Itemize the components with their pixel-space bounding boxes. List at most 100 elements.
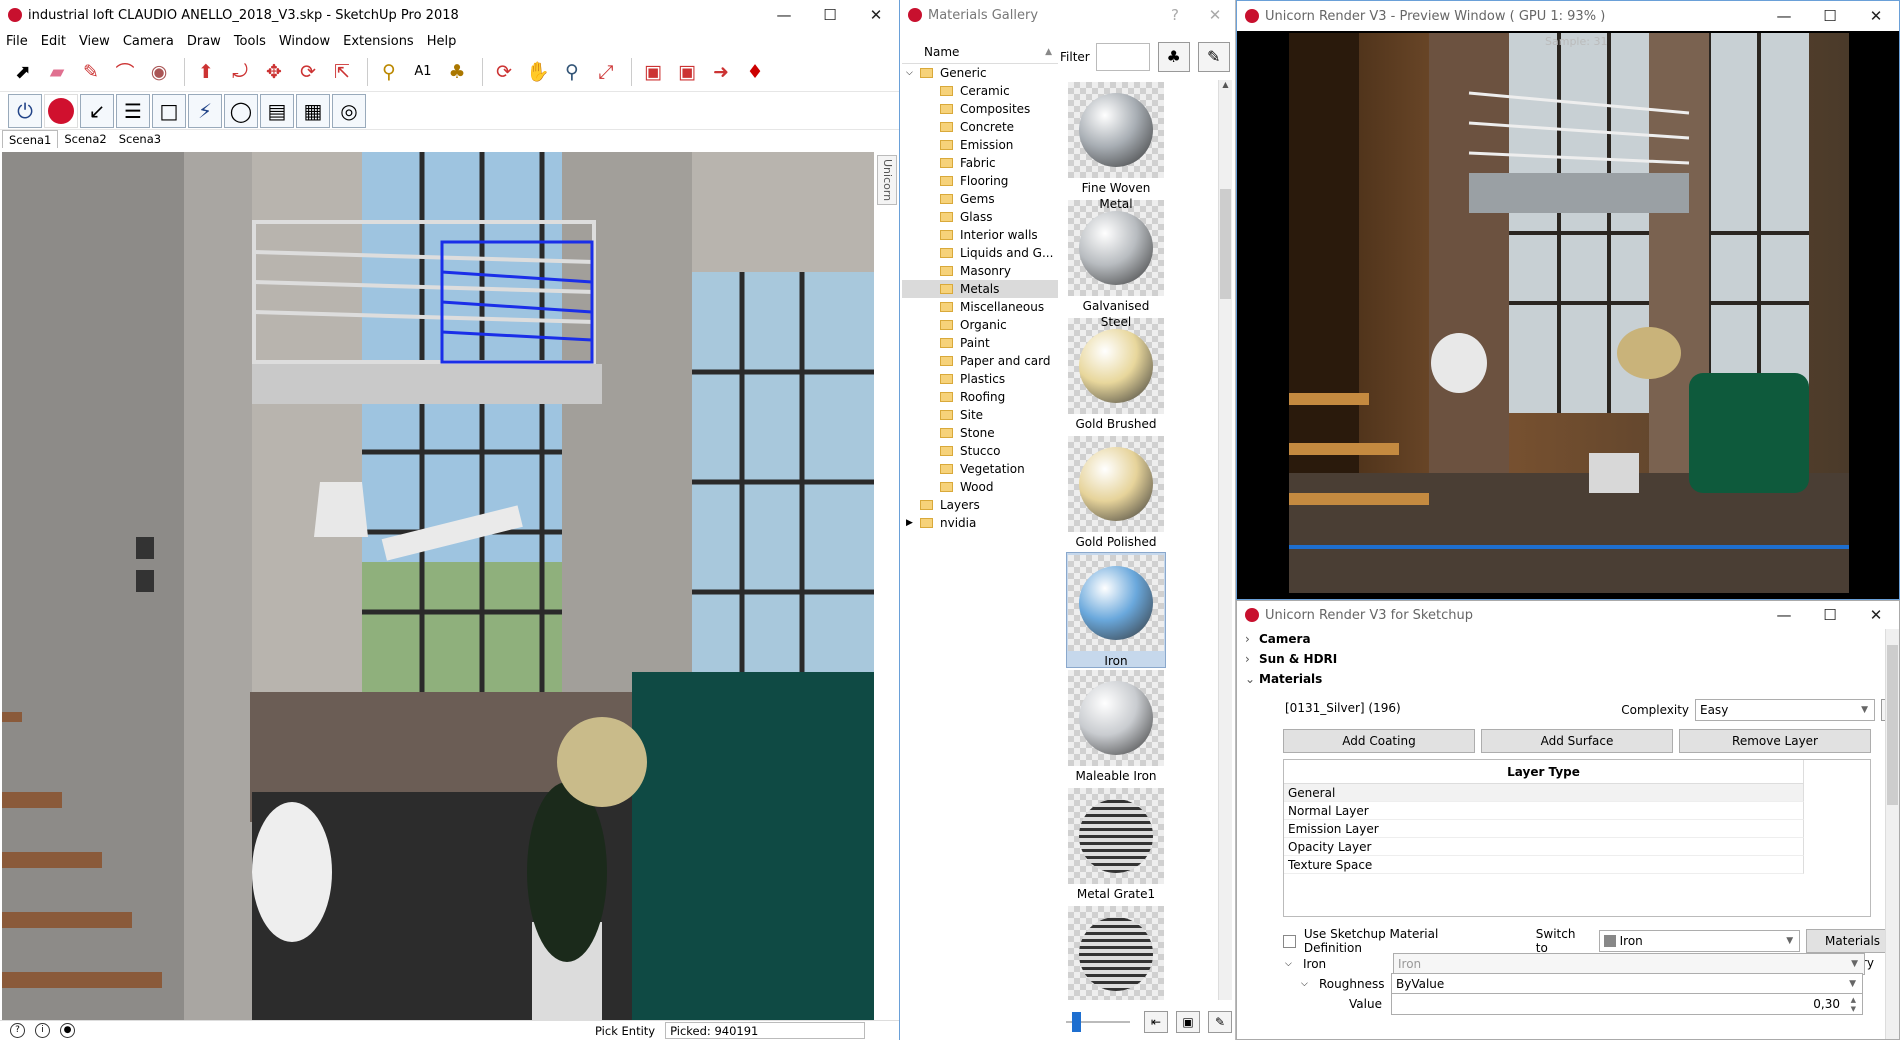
save-icon[interactable]: ▣ xyxy=(1176,1011,1200,1033)
menu-camera[interactable]: Camera xyxy=(123,34,174,49)
menu-edit[interactable]: Edit xyxy=(41,34,66,49)
zoom-extents-icon[interactable]: ⤢ xyxy=(591,57,621,87)
spinner-arrows-icon[interactable]: ▲ ▼ xyxy=(1851,996,1856,1014)
ruby-icon[interactable]: ♦ xyxy=(740,57,770,87)
lightning-icon[interactable]: ⚡ xyxy=(188,93,222,128)
menu-window[interactable]: Window xyxy=(279,34,330,49)
tree-item[interactable]: Glass xyxy=(902,208,1058,226)
warehouse-icon[interactable]: ▣ xyxy=(638,57,668,87)
menu-tools[interactable]: Tools xyxy=(234,34,266,49)
tree-item[interactable]: Miscellaneous xyxy=(902,298,1058,316)
settings-titlebar[interactable]: Unicorn Render V3 for Sketchup — ☐ ✕ xyxy=(1237,601,1899,629)
tab-scena1[interactable]: Scena1 xyxy=(2,130,59,148)
thumb-size-slider[interactable] xyxy=(1066,1012,1130,1032)
tree-item[interactable]: Concrete xyxy=(902,118,1058,136)
tab-scena2[interactable]: Scena2 xyxy=(58,130,112,148)
viewport-icon[interactable]: □ xyxy=(152,93,186,128)
menu-view[interactable]: View xyxy=(79,34,110,49)
orbit-icon[interactable]: ⟳ xyxy=(489,57,519,87)
tree-item[interactable]: Vegetation xyxy=(902,460,1058,478)
tree-item[interactable]: Fabric xyxy=(902,154,1058,172)
extension-warehouse-icon[interactable]: ▣ xyxy=(672,57,702,87)
section-camera[interactable]: › Camera xyxy=(1237,629,1899,649)
report-icon[interactable]: ▦ xyxy=(296,93,330,128)
rotate-icon[interactable]: ⟳ xyxy=(293,57,323,87)
roughness-select[interactable]: ByValue ▼ xyxy=(1391,973,1863,995)
menu-extensions[interactable]: Extensions xyxy=(343,34,414,49)
scroll-thumb[interactable] xyxy=(1887,645,1898,805)
switch-to-select[interactable]: Iron ▼ xyxy=(1598,930,1801,952)
credits-icon[interactable]: i xyxy=(35,1023,50,1038)
minimize-icon[interactable]: — xyxy=(761,0,807,30)
pan-icon[interactable]: ✋ xyxy=(523,57,553,87)
layer-row[interactable]: General xyxy=(1284,784,1804,802)
scale-icon[interactable]: ⇱ xyxy=(327,57,357,87)
menu-help[interactable]: Help xyxy=(427,34,457,49)
gallery-titlebar[interactable]: Materials Gallery ? ✕ xyxy=(900,0,1235,30)
close-icon[interactable]: ✕ xyxy=(853,0,899,30)
geo-location-icon[interactable]: ? xyxy=(10,1023,25,1038)
paint-bucket-icon[interactable]: ♣ xyxy=(1157,42,1190,72)
edit-icon[interactable]: ✎ xyxy=(1208,1011,1232,1033)
filter-input[interactable] xyxy=(1095,43,1150,71)
zoom-icon[interactable]: ⚲ xyxy=(557,57,587,87)
sketchup-titlebar[interactable]: industrial loft CLAUDIO ANELLO_2018_V3.s… xyxy=(0,0,899,30)
layer-row[interactable]: Opacity Layer xyxy=(1284,838,1804,856)
text-icon[interactable]: A1 xyxy=(408,57,438,87)
use-sketchup-definition-checkbox[interactable] xyxy=(1283,934,1296,948)
tree-item[interactable]: Composites xyxy=(902,100,1058,118)
user-icon[interactable]: ● xyxy=(60,1023,75,1038)
material-thumbnail[interactable]: Fine Woven Metal xyxy=(1066,82,1166,211)
tree-item-generic[interactable]: ⌵ Generic xyxy=(902,64,1058,82)
scroll-up-icon[interactable]: ▲ xyxy=(1219,80,1232,89)
tree-item[interactable]: Masonry xyxy=(902,262,1058,280)
select-icon[interactable]: ⬈ xyxy=(8,57,38,87)
add-surface-button[interactable]: Add Surface xyxy=(1481,729,1673,753)
close-icon[interactable]: ✕ xyxy=(1853,601,1899,629)
help-icon[interactable]: ? xyxy=(1155,0,1195,30)
paint-bucket-icon[interactable]: ♣ xyxy=(442,57,472,87)
eraser-icon[interactable]: ▰ xyxy=(42,57,72,87)
material-thumbnail[interactable]: Iron xyxy=(1066,552,1166,668)
material-thumbnail[interactable]: Metal Grate2 xyxy=(1066,906,1166,1000)
measurements-box[interactable]: Picked: 940191 xyxy=(665,1022,866,1039)
chevron-down-icon[interactable]: ⌵ xyxy=(1301,979,1319,989)
material-thumbnail[interactable]: Galvanised Steel xyxy=(1066,200,1166,329)
settings-sliders-icon[interactable]: ☰ xyxy=(116,93,150,128)
tree-item[interactable]: Organic xyxy=(902,316,1058,334)
tree-item[interactable]: Liquids and G... xyxy=(902,244,1058,262)
material-thumbnail[interactable]: Metal Grate1 xyxy=(1066,788,1166,904)
push-pull-icon[interactable]: ⬆ xyxy=(191,57,221,87)
tree-item[interactable]: Metals xyxy=(902,280,1058,298)
arc-icon[interactable]: ⌒ xyxy=(110,57,140,87)
tree-item[interactable]: Stone xyxy=(902,424,1058,442)
chevron-down-icon[interactable]: ⌵ xyxy=(906,68,920,78)
material-thumbnail[interactable]: Maleable Iron xyxy=(1066,670,1166,786)
chevron-down-icon[interactable]: ⌵ xyxy=(1285,959,1303,969)
camera-icon[interactable]: ◯ xyxy=(224,93,258,128)
maximize-icon[interactable]: ☐ xyxy=(1807,601,1853,629)
tree-item-layers[interactable]: Layers xyxy=(902,496,1058,514)
tree-header[interactable]: Name ▲ xyxy=(902,40,1058,64)
tree-item[interactable]: Ceramic xyxy=(902,82,1058,100)
preview-titlebar[interactable]: Unicorn Render V3 - Preview Window ( GPU… xyxy=(1237,1,1899,31)
maximize-icon[interactable]: ☐ xyxy=(1807,1,1853,31)
tree-item[interactable]: Paint xyxy=(902,334,1058,352)
menu-file[interactable]: File xyxy=(6,34,28,49)
scroll-thumb[interactable] xyxy=(1220,189,1231,299)
minimize-icon[interactable]: — xyxy=(1761,1,1807,31)
section-sun-hdri[interactable]: › Sun & HDRI xyxy=(1237,649,1899,669)
menu-draw[interactable]: Draw xyxy=(187,34,221,49)
layer-row[interactable]: Texture Space xyxy=(1284,856,1804,874)
tape-measure-icon[interactable]: ⚲ xyxy=(374,57,404,87)
tree-item[interactable]: Site xyxy=(902,406,1058,424)
resize-icon[interactable]: ↙ xyxy=(80,93,114,128)
layer-row[interactable]: Normal Layer xyxy=(1284,802,1804,820)
material-thumbnail[interactable]: Gold Brushed xyxy=(1066,318,1166,434)
remove-layer-button[interactable]: Remove Layer xyxy=(1679,729,1871,753)
tab-scena3[interactable]: Scena3 xyxy=(113,130,167,148)
tree-item[interactable]: Wood xyxy=(902,478,1058,496)
pencil-icon[interactable]: ✎ xyxy=(76,57,106,87)
add-coating-button[interactable]: Add Coating xyxy=(1283,729,1475,753)
unicorn-logo-icon[interactable] xyxy=(44,93,78,128)
